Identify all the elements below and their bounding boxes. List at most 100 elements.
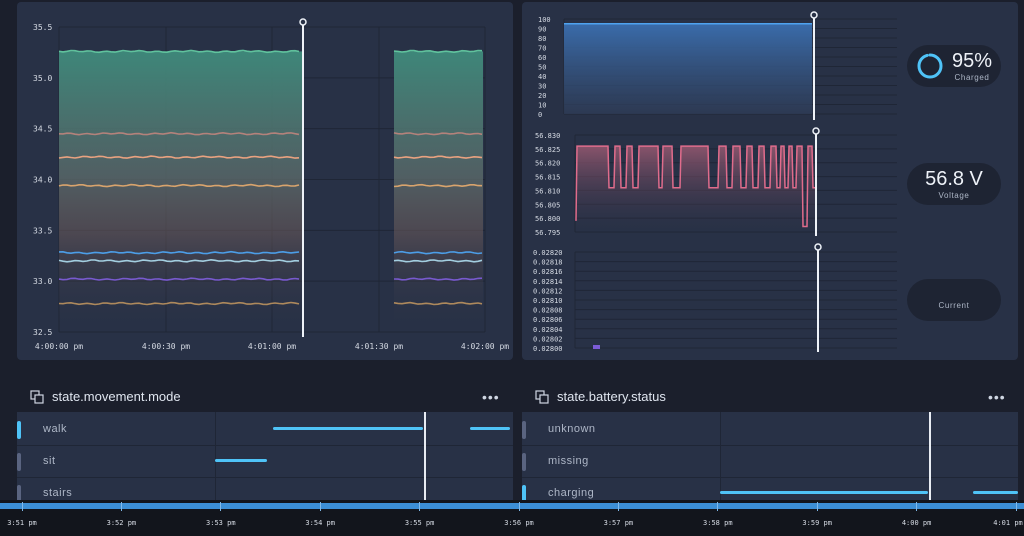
state-row-sit[interactable]: sit [17, 446, 513, 478]
battery-status-more-button[interactable]: ••• [988, 389, 1006, 405]
battery-panel: 100 90 80 70 60 50 40 30 20 10 0 56.830 56.825 56.820… [522, 2, 1018, 360]
movement-more-button[interactable]: ••• [482, 389, 500, 405]
y-tick-label: 33.0 [33, 277, 52, 286]
timeline-track[interactable] [0, 503, 1024, 509]
timeline-tick-label: 3:53 pm [206, 519, 236, 527]
copy-icon [30, 389, 44, 404]
charge-gauge: 95% Charged [907, 45, 1001, 87]
y-tick-label: 30 [538, 83, 546, 91]
y-tick-label: 56.800 [535, 215, 560, 223]
y-tick-label: 56.830 [535, 132, 560, 140]
cursor-handle-icon [299, 18, 307, 26]
battery-status-bar-charging-1 [720, 491, 928, 494]
x-tick-label: 4:01:30 pm [355, 342, 403, 351]
movement-bar-walk-2 [470, 427, 510, 430]
battery-status-title-text: state.battery.status [557, 389, 666, 404]
timeline-tick-mark [120, 502, 122, 511]
y-tick-label: 0 [538, 111, 542, 119]
timeline-tick-mark [419, 502, 421, 511]
battery-status-title: state.battery.status [535, 389, 666, 404]
timeline-tick-label: 4:00 pm [901, 519, 932, 527]
y-tick-label: 34.0 [33, 176, 52, 185]
battery-status-cursor[interactable] [929, 412, 931, 502]
timeline-tick-label: 3:55 pm [404, 519, 435, 527]
y-tick-label: 60 [538, 54, 546, 62]
timeline-tick-mark [220, 502, 222, 511]
y-tick-label: 0.02806 [533, 316, 563, 324]
y-tick-label: 0.02808 [533, 307, 563, 315]
voltage-area [576, 146, 815, 232]
timeline-tick-label: 3:58 pm [703, 519, 733, 527]
cursor-handle-icon [810, 11, 818, 19]
y-tick-label: 20 [538, 92, 546, 100]
charge-value: 95% [951, 49, 993, 72]
y-tick-label: 70 [538, 45, 546, 53]
battery-percent-area [564, 23, 812, 114]
y-tick-label: 56.805 [535, 201, 560, 209]
copy-icon [535, 389, 549, 404]
timeline-tick-mark [816, 502, 818, 511]
timeline-tick-mark [1015, 502, 1017, 511]
charge-ring-icon [917, 53, 943, 79]
y-tick-label: 40 [538, 73, 546, 81]
state-tag [522, 453, 526, 471]
x-tick-label: 4:00:30 pm [142, 342, 190, 351]
movement-bar-sit [215, 459, 267, 462]
y-tick-label: 56.820 [535, 160, 560, 168]
y-tick-label: 0.02812 [533, 287, 563, 295]
y-tick-label: 90 [538, 26, 546, 34]
timeline-tick-mark [518, 502, 520, 511]
timeline-tick-label: 3:51 pm [7, 519, 37, 527]
y-tick-label: 35.5 [33, 23, 52, 32]
temperature-series-line [58, 49, 300, 54]
y-tick-label: 0.02818 [533, 259, 563, 267]
timeline-tick-mark [617, 502, 619, 511]
state-label: unknown [548, 423, 596, 435]
timeline-tick-mark [319, 502, 321, 511]
battery-status-bar-charging-2 [973, 491, 1018, 494]
y-tick-label: 80 [538, 35, 546, 43]
x-tick-label: 4:02:00 pm [461, 342, 509, 351]
y-tick-label: 56.815 [535, 174, 560, 182]
timeline[interactable]: 3:51 pm 3:52 pm 3:53 pm 3:54 pm 3:55 pm 3:56 … [0, 500, 1024, 536]
y-tick-label: 56.795 [535, 229, 560, 237]
state-label: sit [43, 455, 56, 467]
y-tick-label: 100 [538, 16, 551, 24]
cursor-handle-icon [812, 127, 820, 135]
x-tick-label: 4:00:00 pm [35, 342, 83, 351]
state-tag [522, 421, 526, 439]
voltage-value: 56.8 V [925, 167, 983, 190]
temperature-chart[interactable]: 35.5 35.0 34.5 34.0 33.5 33.0 32.5 4:00:00 pm 4… [17, 2, 513, 360]
temperature-area [394, 51, 483, 333]
voltage-label: Voltage [938, 190, 970, 200]
battery-status-divider [720, 412, 721, 502]
state-row-missing[interactable]: missing [522, 446, 1018, 478]
y-tick-label: 0.02810 [533, 297, 563, 305]
y-tick-label: 10 [538, 102, 546, 110]
movement-title-text: state.movement.mode [52, 389, 181, 404]
y-tick-label: 56.825 [535, 146, 560, 154]
timeline-tick-label: 3:54 pm [305, 519, 335, 527]
temperature-area [59, 51, 302, 333]
voltage-gauge: 56.8 V Voltage [907, 163, 1001, 205]
x-tick-label: 4:01:00 pm [248, 342, 296, 351]
timeline-tick-label: 4:01 pm [993, 519, 1023, 527]
timeline-tick-label: 3:57 pm [603, 519, 634, 527]
state-tag [17, 453, 21, 471]
state-label: missing [548, 455, 589, 467]
current-data-mark [593, 345, 600, 349]
state-row-charging[interactable]: charging [522, 478, 1018, 502]
state-row-walk[interactable]: walk [17, 414, 513, 446]
movement-title: state.movement.mode [30, 389, 181, 404]
timeline-tick-mark [916, 502, 918, 511]
temperature-panel: 35.5 35.0 34.5 34.0 33.5 33.0 32.5 4:00:00 pm 4… [17, 2, 513, 360]
movement-divider [215, 412, 216, 502]
state-label: walk [43, 423, 68, 435]
timeline-tick-mark [21, 502, 23, 511]
state-row-unknown[interactable]: unknown [522, 414, 1018, 446]
y-tick-label: 0.02802 [533, 335, 563, 343]
movement-cursor[interactable] [424, 412, 426, 502]
current-gauge: Current [907, 279, 1001, 321]
state-row-stairs[interactable]: stairs [17, 478, 513, 502]
y-tick-label: 35.0 [33, 74, 52, 83]
